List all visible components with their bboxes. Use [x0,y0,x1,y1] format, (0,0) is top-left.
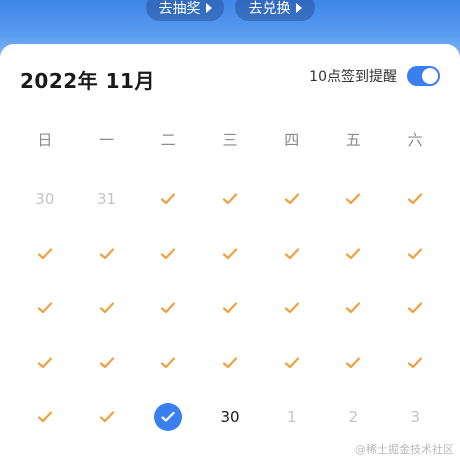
checkmark-icon [37,248,52,259]
day-cell-other-month[interactable]: 30 [14,172,76,227]
day-cell-checked[interactable] [323,336,385,391]
checkmark-icon [408,357,423,368]
day-cell-checked[interactable] [137,281,199,336]
day-cell-checked[interactable] [137,227,199,282]
checkmark-icon [37,302,52,314]
reminder-label: 10点签到提醒 [309,69,397,85]
day-cell-today[interactable] [137,390,199,445]
checkmark-icon [161,248,176,259]
weekday-label: 一 [99,131,115,149]
checkmark-icon [408,193,423,205]
checkmark-icon [346,193,361,205]
checkmark-icon [284,193,299,205]
day-cell-checked[interactable] [323,227,385,282]
checkmark-icon [408,248,423,259]
day-cell-checked[interactable] [14,281,76,336]
day-cell-checked[interactable] [199,172,261,227]
checkmark-icon [222,193,238,205]
checkmark-icon [222,357,238,368]
day-cell-checked[interactable] [137,336,199,391]
reminder-row: 10点签到提醒 [309,66,440,86]
day-cell-checked[interactable] [261,281,323,336]
checkmark-icon [346,357,361,368]
month-title: 2022年 11月 [20,69,155,93]
checkmark-icon [99,357,114,368]
day-cell-checked[interactable] [384,336,446,391]
calendar-card: 2022年 11月 10点签到提醒 日一二三四五六 30 31 30 1 2 3 [0,44,460,460]
checkmark-icon [37,357,52,368]
day-cell-checked[interactable] [384,172,446,227]
weekday-label: 六 [407,131,423,149]
day-cell-checked[interactable] [261,172,323,227]
day-cell-other-month[interactable]: 3 [384,390,446,445]
checkmark-icon [346,302,361,314]
day-cell-other-month[interactable]: 2 [323,390,385,445]
day-cell-checked[interactable] [76,336,138,391]
day-cell-checked[interactable] [323,281,385,336]
weekday-label: 四 [284,131,300,149]
day-cell-checked[interactable] [323,172,385,227]
weekday-label: 二 [160,131,176,149]
go-exchange-label: 去兑换 [248,0,291,17]
day-cell-checked[interactable] [76,390,138,445]
day-cell-checked[interactable] [261,227,323,282]
day-cell-checked[interactable] [384,281,446,336]
go-lottery-button[interactable]: 去抽奖 [146,0,224,21]
day-cell-checked[interactable] [14,336,76,391]
checkmark-icon [161,193,176,205]
day-cell-other-month[interactable]: 31 [76,172,138,227]
checkmark-icon [99,411,114,423]
triangle-right-icon [295,2,302,13]
day-cell-checked[interactable] [199,281,261,336]
checkmark-icon [161,357,176,368]
triangle-right-icon [205,2,212,13]
day-cell-checked[interactable] [384,227,446,282]
signin-calendar-screen: 去抽奖 去兑换 2022年 11月 10点签到提醒 日一二三四五六 30 31 30… [0,0,460,460]
checkmark-icon [284,357,299,368]
weekday-label: 日 [37,131,53,149]
toggle-knob [422,68,438,84]
calendar-grid: 30 31 30 1 2 3 [14,172,446,445]
checkmark-icon [408,302,423,314]
day-cell-checked[interactable] [199,336,261,391]
day-cell-checked[interactable] [199,227,261,282]
day-cell-other-month[interactable]: 1 [261,390,323,445]
checkmark-icon [222,248,238,259]
day-cell-checked[interactable] [14,390,76,445]
go-exchange-button[interactable]: 去兑换 [235,0,315,21]
watermark: @稀土掘金技术社区 [355,443,454,456]
checkmark-icon [99,248,114,259]
checkmark-icon [37,411,52,423]
day-cell-checked[interactable] [76,281,138,336]
checkmark-icon [99,302,114,314]
checkmark-icon [284,302,299,314]
checkmark-icon [284,248,299,259]
checkmark-icon [161,302,176,314]
reminder-toggle[interactable] [407,66,440,86]
weekday-label: 五 [345,131,361,149]
go-lottery-label: 去抽奖 [158,0,201,17]
checkmark-icon [346,248,361,259]
checkmark-icon [222,302,238,314]
day-cell-checked[interactable] [76,227,138,282]
day-cell-checked[interactable] [137,172,199,227]
weekday-label: 三 [222,131,238,149]
check-circle-icon [154,403,183,432]
day-cell[interactable]: 30 [199,390,261,445]
day-cell-checked[interactable] [14,227,76,282]
day-cell-checked[interactable] [261,336,323,391]
weekday-header: 日一二三四五六 [14,129,446,150]
